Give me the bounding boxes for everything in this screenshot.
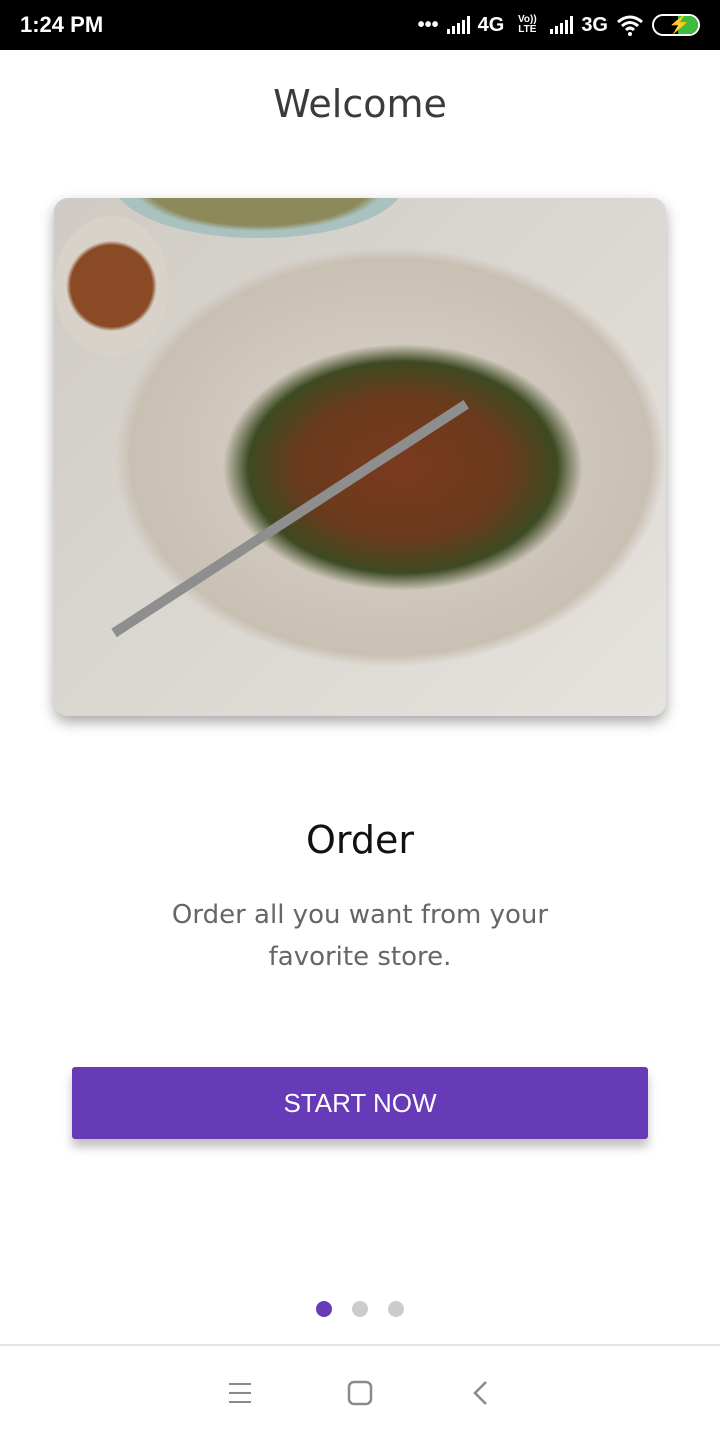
back-button[interactable] xyxy=(460,1373,500,1413)
home-square-icon xyxy=(347,1380,373,1406)
menu-button[interactable] xyxy=(220,1373,260,1413)
page-dot-1[interactable] xyxy=(316,1301,332,1317)
page-dot-3[interactable] xyxy=(388,1301,404,1317)
system-nav-bar xyxy=(0,1344,720,1440)
clock: 1:24 PM xyxy=(20,12,104,37)
page-indicator xyxy=(0,1301,720,1317)
network-type-1: 4G xyxy=(477,13,505,36)
more-dots-icon: ••• xyxy=(417,13,439,36)
page-title: Welcome xyxy=(273,82,447,126)
slide-description: Order all you want from your favorite st… xyxy=(171,900,549,972)
food-dish-image xyxy=(54,198,666,716)
volte-label: Vo)) LTE xyxy=(517,14,537,35)
signal-icon xyxy=(550,16,574,34)
wifi-icon xyxy=(617,15,643,36)
network-type-2: 3G xyxy=(581,13,608,36)
start-now-button[interactable]: START NOW xyxy=(72,1067,648,1139)
back-chevron-icon xyxy=(473,1381,487,1405)
status-bar: 1:24 PM ••• 4G Vo)) LTE 3G ⚡ xyxy=(0,0,720,50)
slide-heading: Order xyxy=(306,818,414,862)
signal-icon xyxy=(446,16,470,34)
battery-charging-icon: ⚡ xyxy=(652,14,700,36)
page-dot-2[interactable] xyxy=(352,1301,368,1317)
menu-icon xyxy=(229,1383,251,1403)
home-button[interactable] xyxy=(340,1373,380,1413)
